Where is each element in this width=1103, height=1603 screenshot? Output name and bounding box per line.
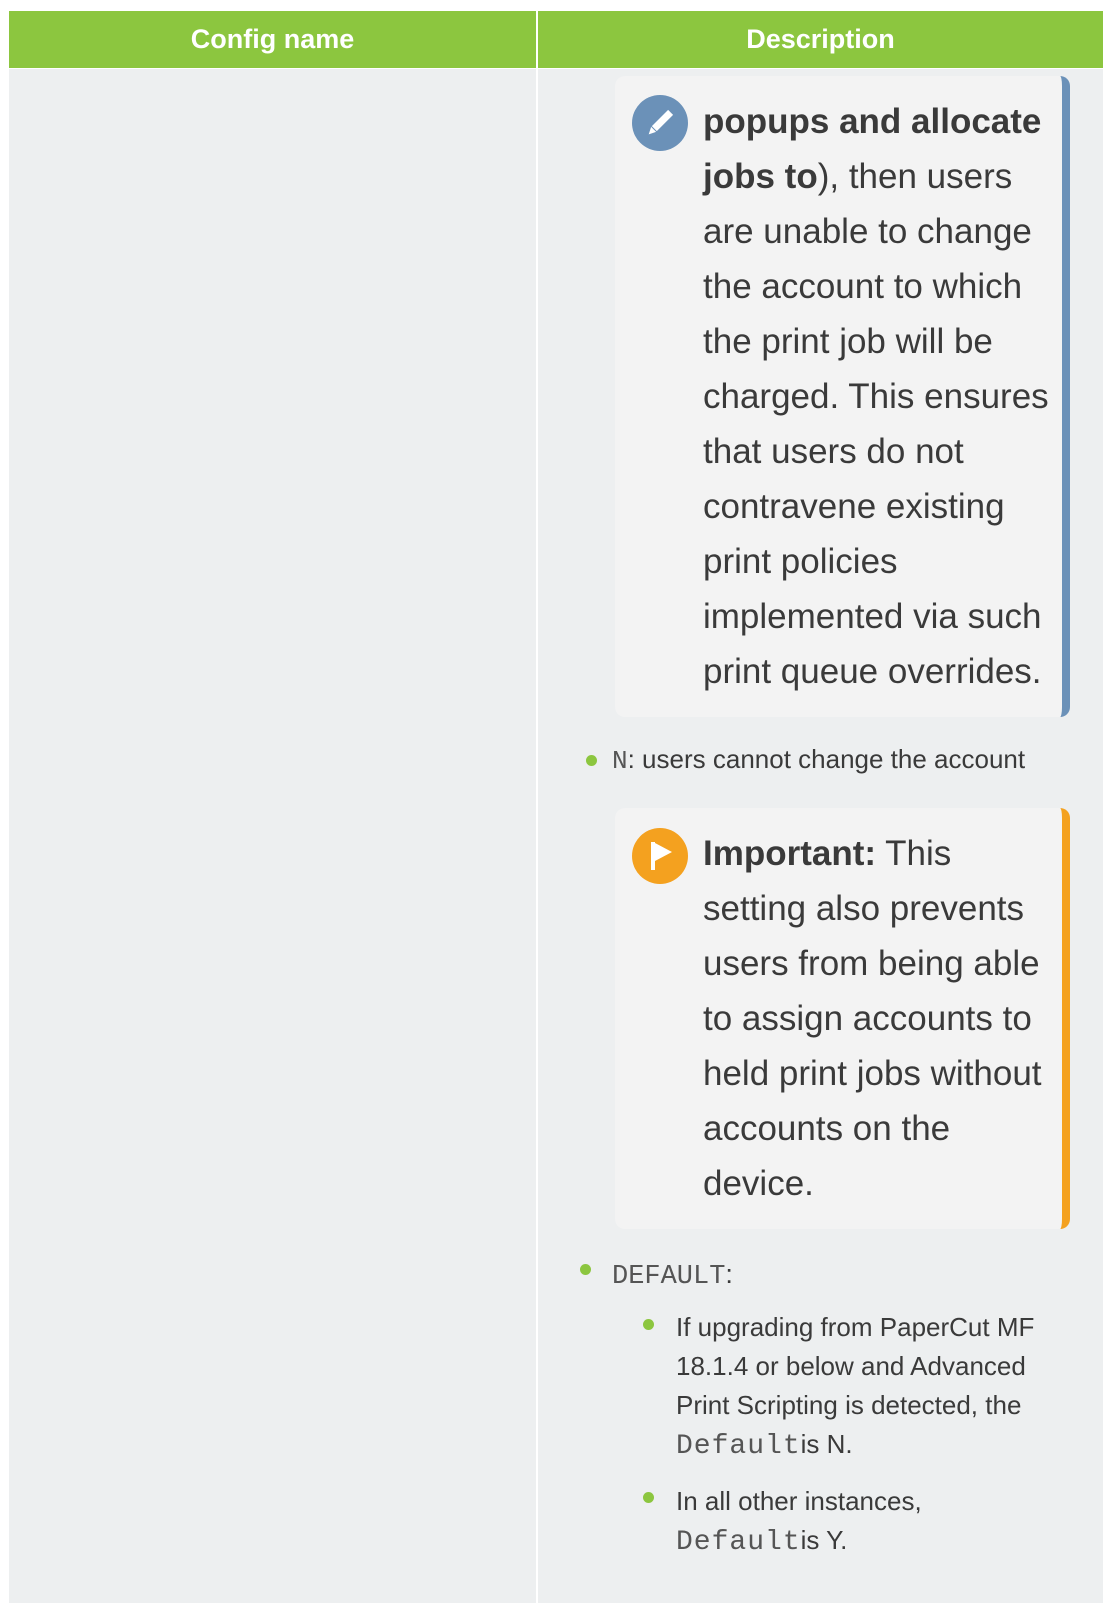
important-text: Important: This setting also prevents us… bbox=[703, 826, 1073, 1211]
note-line: implemented via such bbox=[703, 597, 1042, 636]
pencil-icon bbox=[632, 95, 688, 151]
sub-list-item: If upgrading from PaperCut MF 18.1.4 or … bbox=[676, 1308, 1076, 1466]
note-line: print queue overrides. bbox=[703, 652, 1042, 691]
sub-item-line: Print Scripting is detected, the bbox=[676, 1390, 1022, 1420]
sub-item-text: is N. bbox=[800, 1429, 853, 1459]
sub-item-line: In all other instances, bbox=[676, 1486, 922, 1516]
bullet-icon bbox=[580, 1264, 591, 1275]
note-line: device. bbox=[703, 1164, 814, 1203]
note-line: the account to which bbox=[703, 267, 1023, 306]
note-line: that users do not bbox=[703, 432, 964, 471]
list-item-text: : users cannot change the account bbox=[627, 744, 1026, 774]
list-item: DEFAULT: bbox=[612, 1259, 733, 1292]
note-line: contravene existing bbox=[703, 487, 1005, 526]
code-value: N bbox=[612, 746, 628, 776]
note-line: to assign accounts to bbox=[703, 999, 1032, 1038]
note-line: the print job will be bbox=[703, 322, 993, 361]
bullet-icon bbox=[643, 1492, 654, 1503]
header-description: Description bbox=[538, 11, 1103, 68]
note-bold-text: popups and allocate bbox=[703, 102, 1042, 141]
header-config-name: Config name bbox=[9, 11, 536, 68]
note-line: users from being able bbox=[703, 944, 1040, 983]
list-item: N: users cannot change the account bbox=[612, 744, 1025, 776]
sub-item-line: 18.1.4 or below and Advanced bbox=[676, 1351, 1026, 1381]
note-text: popups and allocate jobs to), then users… bbox=[703, 94, 1073, 699]
code-value: DEFAULT bbox=[612, 1262, 726, 1292]
sub-item-text: is Y. bbox=[800, 1525, 848, 1555]
config-name-cell bbox=[9, 69, 536, 1603]
note-line: are unable to change bbox=[703, 212, 1032, 251]
list-item-text: : bbox=[725, 1259, 733, 1289]
note-text-fragment: ), then users bbox=[817, 157, 1013, 196]
flag-icon bbox=[632, 828, 688, 884]
note-line: accounts on the bbox=[703, 1109, 951, 1148]
code-value: Default bbox=[676, 1527, 801, 1558]
sub-list-item: In all other instances, Defaultis Y. bbox=[676, 1482, 1076, 1562]
note-line: charged. This ensures bbox=[703, 377, 1049, 416]
note-line: print policies bbox=[703, 542, 898, 581]
note-text-fragment: This bbox=[876, 834, 952, 873]
code-value: Default bbox=[676, 1431, 801, 1462]
bullet-icon bbox=[643, 1319, 654, 1330]
sub-item-line: If upgrading from PaperCut MF bbox=[676, 1312, 1035, 1342]
important-label: Important: bbox=[703, 834, 877, 873]
note-line: held print jobs without bbox=[703, 1054, 1042, 1093]
note-line: setting also prevents bbox=[703, 889, 1025, 928]
bullet-icon bbox=[586, 755, 597, 766]
note-bold-text: jobs to bbox=[703, 157, 818, 196]
